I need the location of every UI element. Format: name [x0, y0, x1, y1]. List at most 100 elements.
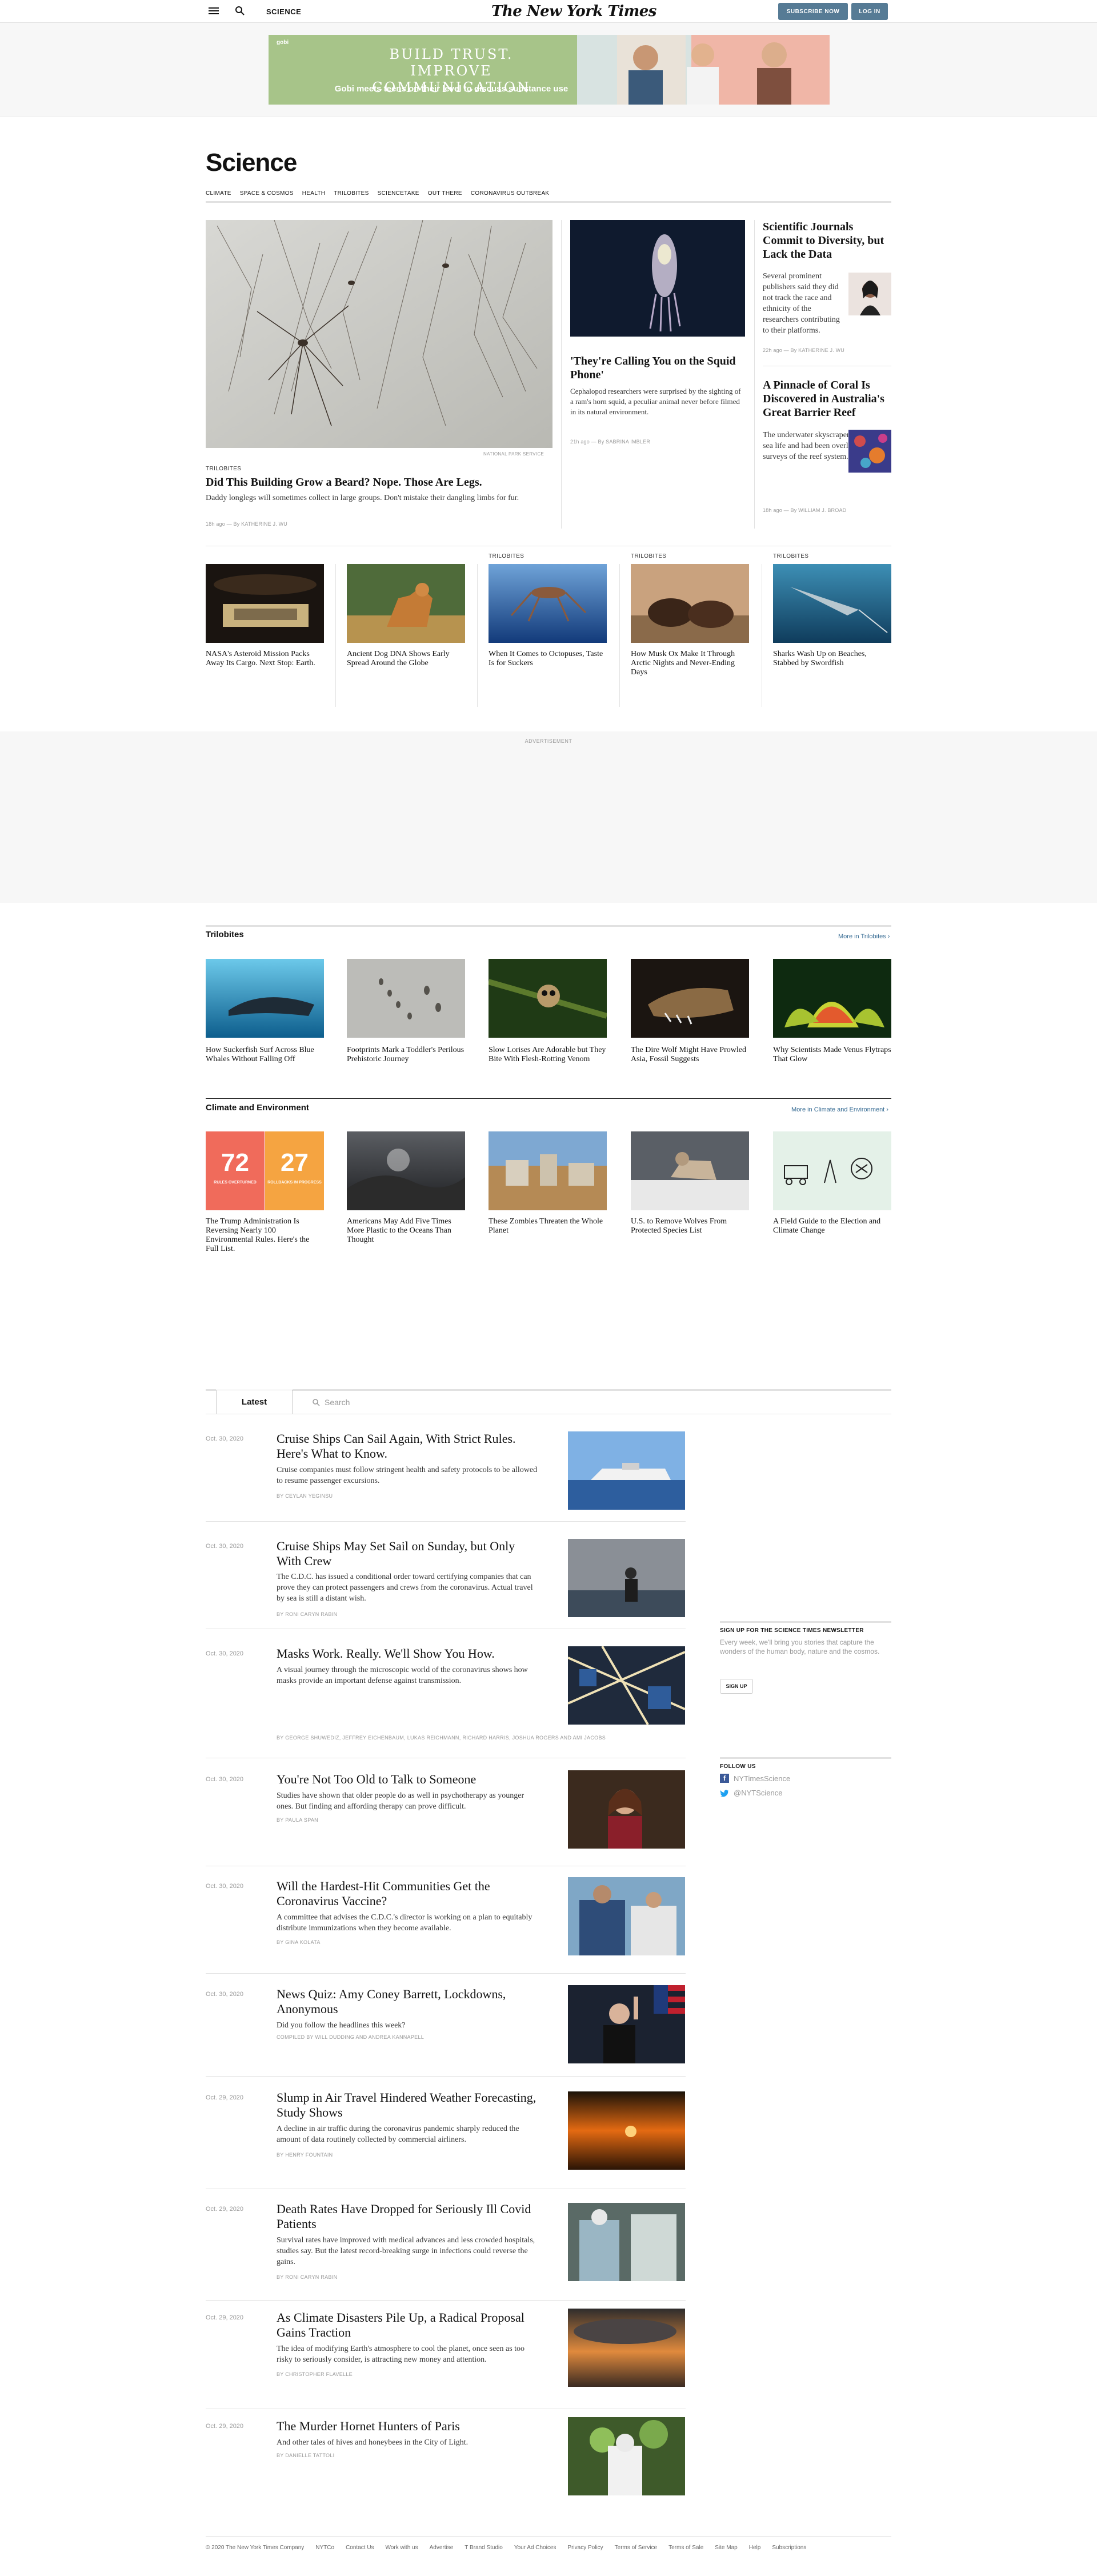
item-headline[interactable]: Cruise Ships May Set Sail on Sunday, but… — [277, 1539, 539, 1569]
banner-ad[interactable]: gobi BUILD TRUST. IMPROVE COMMUNICATION … — [269, 35, 830, 105]
card-headline[interactable]: The Trump Administration Is Reversing Ne… — [206, 1217, 324, 1254]
item-headline[interactable]: Will the Hardest-Hit Communities Get the… — [277, 1879, 539, 1909]
card-kicker[interactable]: TRILOBITES — [489, 553, 524, 559]
subnav-item[interactable]: CLIMATE — [206, 190, 231, 197]
menu-icon[interactable] — [209, 6, 219, 16]
twitter-link[interactable]: @NYTScience — [720, 1789, 782, 1797]
card-kicker[interactable]: TRILOBITES — [773, 553, 808, 559]
subnav-item[interactable]: HEALTH — [302, 190, 326, 197]
more-climate-link[interactable]: More in Climate and Environment › — [791, 1106, 888, 1113]
card-headline[interactable]: Sharks Wash Up on Beaches, Stabbed by Sw… — [773, 650, 891, 668]
card-image[interactable] — [631, 564, 749, 643]
divider — [206, 1521, 686, 1522]
nyt-logo[interactable]: The New York Times — [491, 3, 656, 20]
climate-section-title[interactable]: Climate and Environment — [206, 1103, 309, 1113]
card-headline[interactable]: Slow Lorises Are Adorable but They Bite … — [489, 1046, 607, 1064]
subscribe-button[interactable]: SUBSCRIBE NOW — [778, 3, 848, 20]
lead-image[interactable] — [206, 220, 552, 448]
card-headline[interactable]: When It Comes to Octopuses, Taste Is for… — [489, 650, 607, 668]
item-headline[interactable]: You're Not Too Old to Talk to Someone — [277, 1772, 539, 1787]
card-headline[interactable]: A Field Guide to the Election and Climat… — [773, 1217, 891, 1235]
card-headline[interactable]: NASA's Asteroid Mission Packs Away Its C… — [206, 650, 324, 668]
card-headline[interactable]: U.S. to Remove Wolves From Protected Spe… — [631, 1217, 749, 1235]
section-label[interactable]: SCIENCE — [266, 7, 301, 16]
rollback-stats-graphic[interactable]: 72 RULES OVERTURNED 27 ROLLBACKS IN PROG… — [206, 1131, 324, 1210]
card-image[interactable] — [773, 1131, 891, 1210]
item-image[interactable] — [568, 1431, 685, 1510]
lead-headline[interactable]: Did This Building Grow a Beard? Nope. Th… — [206, 475, 548, 489]
card-kicker[interactable]: TRILOBITES — [631, 553, 666, 559]
item-headline[interactable]: Slump in Air Travel Hindered Weather For… — [277, 2090, 539, 2120]
facebook-link[interactable]: f NYTimesScience — [720, 1774, 790, 1783]
item-image[interactable] — [568, 2091, 685, 2170]
item-byline: By RONI CARYN RABIN — [277, 2274, 338, 2280]
card-image[interactable] — [773, 959, 891, 1038]
item-headline[interactable]: Cruise Ships Can Sail Again, With Strict… — [277, 1431, 539, 1461]
item-image[interactable] — [568, 2309, 685, 2387]
item-image[interactable] — [568, 2417, 685, 2495]
card-headline[interactable]: The Dire Wolf Might Have Prowled Asia, F… — [631, 1046, 749, 1064]
tab-latest[interactable]: Latest — [216, 1390, 293, 1414]
coral-headline[interactable]: A Pinnacle of Coral Is Discovered in Aus… — [763, 378, 891, 419]
item-headline[interactable]: Death Rates Have Dropped for Seriously I… — [277, 2202, 539, 2231]
card-image[interactable] — [347, 959, 465, 1038]
footer-link[interactable]: Terms of Sale — [668, 2545, 703, 2551]
trilobites-section-title[interactable]: Trilobites — [206, 930, 244, 939]
lead-kicker[interactable]: TRILOBITES — [206, 466, 241, 472]
item-image[interactable] — [568, 1985, 685, 2063]
card-image[interactable] — [489, 1131, 607, 1210]
footer-link[interactable]: Terms of Service — [615, 2545, 657, 2551]
card-headline[interactable]: Ancient Dog DNA Shows Early Spread Aroun… — [347, 650, 465, 668]
squid-headline[interactable]: 'They're Calling You on the Squid Phone' — [570, 354, 745, 382]
item-image[interactable] — [568, 2203, 685, 2281]
subnav-item[interactable]: CORONAVIRUS OUTBREAK — [471, 190, 550, 197]
more-trilobites-link[interactable]: More in Trilobites › — [838, 933, 890, 940]
footer-link[interactable]: Your Ad Choices — [514, 2545, 556, 2551]
footer-link[interactable]: Advertise — [430, 2545, 454, 2551]
card-headline[interactable]: How Musk Ox Make It Through Arctic Night… — [631, 650, 749, 677]
journals-headline[interactable]: Scientific Journals Commit to Diversity,… — [763, 220, 891, 261]
card-headline[interactable]: Americans May Add Five Times More Plasti… — [347, 1217, 465, 1245]
card-image[interactable] — [489, 564, 607, 643]
card-image[interactable] — [206, 564, 324, 643]
card-image[interactable] — [347, 1131, 465, 1210]
journals-thumbnail[interactable] — [848, 273, 891, 315]
item-image[interactable] — [568, 1770, 685, 1849]
subnav-item[interactable]: SCIENCETAKE — [378, 190, 419, 197]
footer-link[interactable]: Work with us — [386, 2545, 418, 2551]
item-headline[interactable]: Masks Work. Really. We'll Show You How. — [277, 1646, 539, 1661]
item-headline[interactable]: The Murder Hornet Hunters of Paris — [277, 2419, 539, 2434]
subnav-item[interactable]: TRILOBITES — [334, 190, 369, 197]
squid-image[interactable] — [570, 220, 745, 337]
footer-link[interactable]: Privacy Policy — [567, 2545, 603, 2551]
footer-link[interactable]: Site Map — [715, 2545, 737, 2551]
card-image[interactable] — [206, 959, 324, 1038]
newsletter-signup-button[interactable]: SIGN UP — [720, 1679, 753, 1694]
footer-link[interactable]: T Brand Studio — [465, 2545, 503, 2551]
card-headline[interactable]: Footprints Mark a Toddler's Perilous Pre… — [347, 1046, 465, 1064]
item-image[interactable] — [568, 1877, 685, 1955]
card-image[interactable] — [489, 959, 607, 1038]
item-image[interactable] — [568, 1646, 685, 1725]
card-image[interactable] — [347, 564, 465, 643]
search-input[interactable]: Search — [325, 1398, 350, 1407]
coral-thumbnail[interactable] — [848, 430, 891, 473]
card-image[interactable] — [773, 564, 891, 643]
item-headline[interactable]: News Quiz: Amy Coney Barrett, Lockdowns,… — [277, 1987, 539, 2017]
item-image[interactable] — [568, 1539, 685, 1617]
latest-search[interactable]: Search — [312, 1395, 541, 1409]
subnav-item[interactable]: OUT THERE — [428, 190, 462, 197]
card-image[interactable] — [631, 959, 749, 1038]
footer-link[interactable]: NYTCo — [315, 2545, 334, 2551]
footer-link[interactable]: Subscriptions — [772, 2545, 806, 2551]
footer-link[interactable]: Help — [749, 2545, 761, 2551]
card-headline[interactable]: Why Scientists Made Venus Flytraps That … — [773, 1046, 891, 1064]
card-image[interactable] — [631, 1131, 749, 1210]
item-headline[interactable]: As Climate Disasters Pile Up, a Radical … — [277, 2310, 539, 2340]
card-headline[interactable]: How Suckerfish Surf Across Blue Whales W… — [206, 1046, 324, 1064]
search-icon[interactable] — [234, 5, 246, 17]
card-headline[interactable]: These Zombies Threaten the Whole Planet — [489, 1217, 607, 1235]
login-button[interactable]: LOG IN — [851, 3, 888, 20]
subnav-item[interactable]: SPACE & COSMOS — [240, 190, 294, 197]
footer-link[interactable]: Contact Us — [346, 2545, 374, 2551]
